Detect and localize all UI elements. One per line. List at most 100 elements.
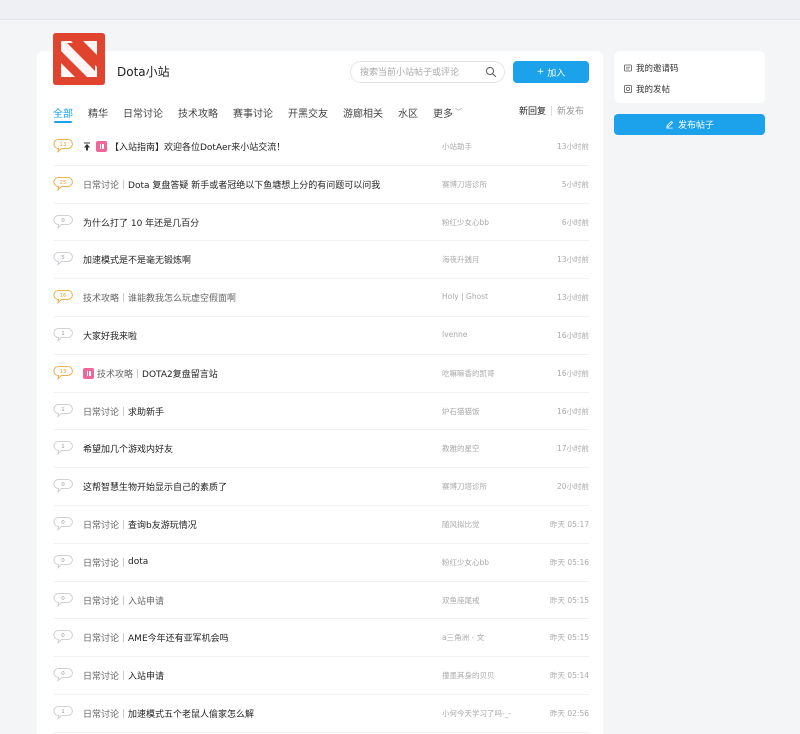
post-author[interactable]: a三角洲 - 文 (442, 632, 484, 643)
invite-code-link[interactable]: 我的邀请码 (624, 62, 679, 74)
post-row[interactable]: 1 大家好我来啦 Ivenne 16小时前 (53, 317, 589, 355)
post-title[interactable]: 日常讨论 AME今年还有亚军机会吗 (83, 631, 229, 644)
post-row[interactable]: 0 日常讨论 查询b友游玩情况 随风拟比觉 昨天 05:17 (53, 506, 589, 544)
post-category[interactable]: 技术攻略 (97, 367, 133, 380)
post-row[interactable]: 13 技术攻略 DOTA2复盘留言站 吃嘛嘛香的凯哥 16小时前 (53, 355, 589, 393)
post-author[interactable]: 赛博刀塔诊所 (442, 481, 487, 492)
search-box[interactable] (350, 61, 505, 83)
tab-party[interactable]: 开黑交友 (288, 104, 328, 120)
post-row[interactable]: 0 为什么打了 10 年还是几百分 粉红少女心bb 6小时前 (53, 204, 589, 242)
post-row[interactable]: 5 加速模式是不是毫无锻炼啊 海夜升銭月 13小时前 (53, 241, 589, 280)
post-author[interactable]: 吃嘛嘛香的凯哥 (442, 368, 495, 379)
post-title-text[interactable]: Dota 复盘答疑 新手或者冠绝以下鱼塘想上分的有问题可以问我 (128, 178, 380, 191)
post-category[interactable]: 日常讨论 (83, 594, 119, 607)
post-category[interactable]: 日常讨论 (83, 178, 119, 191)
tab-arcade[interactable]: 游廊相关 (343, 104, 383, 120)
search-icon[interactable] (485, 66, 497, 78)
tab-daily[interactable]: 日常讨论 (123, 104, 163, 120)
tab-esports[interactable]: 赛事讨论 (233, 104, 273, 120)
post-title-text[interactable]: 谁能教我怎么玩虚空假面啊 (128, 291, 236, 304)
post-author[interactable]: 小站助手 (442, 141, 472, 152)
tab-strategy[interactable]: 技术攻略 (178, 104, 218, 120)
post-category[interactable]: 日常讨论 (83, 707, 119, 720)
essence-icon (83, 367, 94, 379)
reply-count-badge: 5 (53, 252, 73, 267)
post-author[interactable]: 撞墨其身的贝贝 (442, 670, 495, 681)
post-title[interactable]: 技术攻略 DOTA2复盘留言站 (83, 367, 218, 380)
post-author[interactable]: 赛博刀塔诊所 (442, 179, 487, 190)
post-title[interactable]: 日常讨论 Dota 复盘答疑 新手或者冠绝以下鱼塘想上分的有问题可以问我 (83, 178, 380, 191)
reply-count: 0 (61, 595, 65, 602)
post-category[interactable]: 技术攻略 (83, 291, 119, 304)
post-row[interactable]: 13 【入站指南】欢迎各位DotAer来小站交流！ 小站助手 13小时前 (53, 128, 589, 166)
my-posts-link[interactable]: 我的发帖 (624, 83, 670, 95)
post-title[interactable]: 这帮智慧生物开始显示自己的素质了 (83, 480, 227, 493)
post-title-text[interactable]: 这帮智慧生物开始显示自己的素质了 (83, 480, 227, 493)
post-title[interactable]: 加速模式是不是毫无锻炼啊 (83, 253, 191, 266)
post-title[interactable]: 【入站指南】欢迎各位DotAer来小站交流！ (83, 140, 285, 153)
post-title[interactable]: 日常讨论 dota (83, 556, 148, 569)
post-title[interactable]: 为什么打了 10 年还是几百分 (83, 216, 199, 229)
post-title[interactable]: 技术攻略 谁能教我怎么玩虚空假面啊 (83, 291, 236, 304)
tab-more[interactable]: 更多 ﹀ (433, 104, 462, 120)
post-author[interactable]: 炉石猫猫饭 (442, 406, 480, 417)
post-title-text[interactable]: 为什么打了 10 年还是几百分 (83, 216, 199, 229)
post-title-text[interactable]: 加速模式五个老鼠人偷家怎么解 (128, 707, 254, 720)
tab-water[interactable]: 水区 (398, 104, 418, 120)
sort-newest-reply[interactable]: 新回复 (519, 104, 546, 117)
post-author[interactable]: 小何今天学习了吗-_- (442, 708, 511, 719)
post-author[interactable]: 教雅的星空 (442, 443, 480, 454)
post-row[interactable]: 0 日常讨论 入站申请 撞墨其身的贝贝 昨天 05:14 (53, 657, 589, 695)
post-author[interactable]: Ivenne (442, 330, 467, 339)
post-author[interactable]: 随风拟比觉 (442, 519, 480, 530)
post-title-text[interactable]: 入站申请 (128, 594, 164, 607)
post-author[interactable]: 粉红少女心bb (442, 557, 489, 568)
publish-post-button[interactable]: 发布帖子 (614, 114, 765, 135)
post-time: 昨天 02:56 (550, 708, 589, 718)
post-row[interactable]: 0 日常讨论 入站申请 双鱼座尾戒 昨天 05:15 (53, 582, 589, 620)
post-title-text[interactable]: dota (128, 557, 148, 567)
post-row[interactable]: 0 这帮智慧生物开始显示自己的素质了 赛博刀塔诊所 20小时前 (53, 468, 589, 506)
post-row[interactable]: 0 日常讨论 dota 粉红少女心bb 昨天 05:16 (53, 544, 589, 582)
post-title[interactable]: 日常讨论 入站申请 (83, 669, 164, 682)
post-author[interactable]: 双鱼座尾戒 (442, 595, 480, 606)
post-category[interactable]: 日常讨论 (83, 631, 119, 644)
post-row[interactable]: 0 日常讨论 AME今年还有亚军机会吗 a三角洲 - 文 昨天 05:15 (53, 619, 589, 658)
post-title[interactable]: 日常讨论 查询b友游玩情况 (83, 518, 197, 531)
tab-essence[interactable]: 精华 (88, 104, 108, 120)
post-row[interactable]: 16 技术攻略 谁能教我怎么玩虚空假面啊 Holy | Ghost 13小时前 (53, 279, 589, 317)
post-row[interactable]: 25 日常讨论 Dota 复盘答疑 新手或者冠绝以下鱼塘想上分的有问题可以问我 赛… (53, 166, 589, 204)
search-input[interactable] (360, 65, 485, 80)
post-row[interactable]: 1 日常讨论 加速模式五个老鼠人偷家怎么解 小何今天学习了吗-_- 昨天 02:5… (53, 695, 589, 733)
post-title-text[interactable]: 加速模式是不是毫无锻炼啊 (83, 253, 191, 266)
tab-label: 全部 (53, 108, 73, 120)
post-title[interactable]: 希望加几个游戏内好友 (83, 442, 173, 455)
post-title-text[interactable]: 入站申请 (128, 669, 164, 682)
post-title-text[interactable]: 大家好我来啦 (83, 329, 137, 342)
join-button[interactable]: + 加入 (513, 61, 589, 83)
post-title[interactable]: 日常讨论 入站申请 (83, 594, 164, 607)
post-category[interactable]: 日常讨论 (83, 556, 119, 569)
post-title-text[interactable]: 【入站指南】欢迎各位DotAer来小站交流！ (110, 140, 285, 153)
invite-code-label: 我的邀请码 (636, 64, 679, 74)
post-title-text[interactable]: 查询b友游玩情况 (128, 518, 197, 531)
post-title-text[interactable]: 希望加几个游戏内好友 (83, 442, 173, 455)
post-title[interactable]: 日常讨论 求助新手 (83, 405, 164, 418)
post-author[interactable]: Holy | Ghost (442, 292, 488, 301)
post-category[interactable]: 日常讨论 (83, 669, 119, 682)
post-title[interactable]: 大家好我来啦 (83, 329, 137, 342)
post-title-text[interactable]: DOTA2复盘留言站 (142, 367, 218, 380)
post-title-text[interactable]: AME今年还有亚军机会吗 (128, 631, 229, 644)
reply-count-badge: 0 (53, 554, 73, 569)
tab-all[interactable]: 全部 (53, 104, 73, 120)
post-author[interactable]: 粉红少女心bb (442, 217, 489, 228)
post-title-text[interactable]: 求助新手 (128, 405, 164, 418)
post-category[interactable]: 日常讨论 (83, 405, 119, 418)
post-row[interactable]: 1 希望加几个游戏内好友 教雅的星空 17小时前 (53, 430, 589, 469)
post-author[interactable]: 海夜升銭月 (442, 254, 480, 265)
post-category[interactable]: 日常讨论 (83, 518, 119, 531)
post-row[interactable]: 1 日常讨论 求助新手 炉石猫猫饭 16小时前 (53, 393, 589, 431)
post-title[interactable]: 日常讨论 加速模式五个老鼠人偷家怎么解 (83, 707, 254, 720)
divider (123, 557, 125, 567)
sort-newest-post[interactable]: 新发布 (557, 104, 584, 117)
